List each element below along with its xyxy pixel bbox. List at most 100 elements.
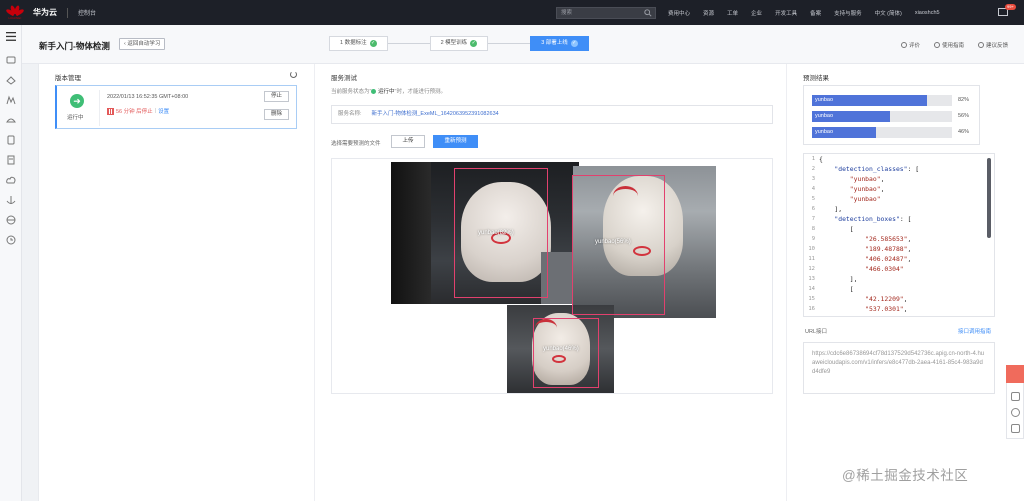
json-punct: ,: [907, 255, 912, 263]
document-icon[interactable]: [6, 155, 16, 165]
nav-filing[interactable]: 备案: [810, 9, 821, 17]
service-test-panel: 服务测试 当前服务状态为" 运行中"时，才能进行预测。 服务名称: 新手入门-物体…: [316, 64, 787, 501]
version-card[interactable]: ➜ 运行中 2022/01/13 16:52:35 GMT+08:00 56 分…: [55, 85, 297, 129]
json-line: 6 ],: [804, 204, 994, 214]
step-label: 3 部署上线: [541, 40, 568, 46]
nav-language[interactable]: 中文 (简体): [875, 9, 902, 17]
stop-button[interactable]: 停止: [264, 91, 289, 102]
nav-dev-tools[interactable]: 开发工具: [775, 9, 797, 17]
bar-percent: 82%: [958, 97, 970, 103]
feedback-button[interactable]: 建议反馈: [977, 41, 1008, 49]
line-number: 11: [808, 256, 815, 262]
network-icon[interactable]: [6, 115, 16, 124]
prediction-result-panel: 预测结果 yunbao 82% yunbao 56% yunbao 46% 1{…: [788, 64, 1024, 501]
json-line: 14 [: [804, 284, 994, 294]
nav-username[interactable]: xiaoshch5: [915, 10, 940, 16]
detection-label: yunbao(56%): [595, 239, 631, 245]
rate-label: 评价: [908, 43, 920, 49]
settings-link[interactable]: 设置: [158, 107, 169, 115]
line-number: 16: [808, 306, 815, 312]
menu-icon[interactable]: [6, 32, 16, 41]
help-icon[interactable]: [1011, 408, 1020, 417]
step-data-labeling[interactable]: 1 数据标注 ✓: [329, 36, 388, 51]
status-value: 运行中: [377, 89, 395, 95]
huawei-logo[interactable]: HUAWEI: [0, 0, 30, 25]
service-name-value[interactable]: 新手入门-物体检测_ExeML_1642063952391082634: [372, 111, 499, 117]
json-punct: ,: [880, 175, 885, 183]
line-number: 10: [808, 246, 815, 252]
anchor-icon[interactable]: [6, 195, 16, 204]
step-deploy[interactable]: 3 部署上线 ✓: [530, 36, 589, 51]
confidence-bar-track: yunbao: [812, 126, 952, 138]
json-line: 13 ],: [804, 274, 994, 284]
edit-icon: [933, 42, 940, 48]
delete-button[interactable]: 删除: [264, 109, 289, 120]
logo-petals-icon: [5, 4, 25, 17]
api-guide-link[interactable]: 接口调用指南: [958, 327, 991, 335]
json-text: [: [819, 285, 854, 293]
logo-text: HUAWEI: [8, 16, 22, 20]
clock-icon[interactable]: [6, 235, 16, 245]
watermark: @稀土掘金技术社区: [842, 468, 969, 483]
bar-percent: 46%: [958, 129, 970, 135]
rate-button[interactable]: 评价: [900, 41, 920, 49]
mail-badge: 99+: [1005, 4, 1016, 10]
left-service-rail: [0, 25, 22, 501]
refresh-icon[interactable]: [290, 71, 297, 78]
confidence-bar-track: yunbao: [812, 110, 952, 122]
feedback-float-icon[interactable]: [1006, 365, 1024, 383]
nav-resources[interactable]: 资源: [703, 9, 714, 17]
nav-enterprise[interactable]: 企业: [751, 9, 762, 17]
json-line: 4 "yunbao",: [804, 184, 994, 194]
brand-name[interactable]: 华为云: [33, 7, 57, 18]
json-value: "26.585653": [819, 235, 908, 243]
back-to-autolearning-button[interactable]: ‹ 返回自动学习: [119, 38, 166, 50]
service-section-title: 服务测试: [331, 75, 357, 82]
cloud-server-icon[interactable]: [6, 55, 16, 64]
line-number: 2: [811, 166, 815, 172]
search-input[interactable]: 搜索: [556, 7, 656, 19]
analytics-icon[interactable]: [6, 95, 16, 105]
line-number: 1: [811, 156, 815, 162]
json-value: "yunbao": [819, 185, 881, 193]
version-timestamp: 2022/01/13 16:52:35 GMT+08:00: [107, 94, 189, 100]
console-link[interactable]: 控制台: [78, 8, 96, 17]
line-number: 9: [811, 236, 815, 242]
feedback-icon: [977, 42, 984, 48]
cloud-icon[interactable]: [6, 175, 16, 184]
json-text: ],: [819, 205, 843, 213]
storage-icon[interactable]: [6, 135, 16, 145]
step-model-training[interactable]: 2 模型训练 ✓: [429, 36, 489, 51]
detection-box: [533, 318, 599, 388]
file-select-label: 选择需要预测的文件: [331, 141, 381, 147]
note-icon[interactable]: [1011, 424, 1020, 433]
predict-button[interactable]: 重新预测: [433, 135, 478, 148]
json-text: [: [819, 225, 854, 233]
confidence-bar-row: yunbao 56%: [812, 110, 971, 122]
url-field[interactable]: https://cdc6e86738694cf78d137529d542736c…: [803, 342, 995, 394]
globe-icon[interactable]: [6, 215, 16, 225]
back-label: 返回自动学习: [127, 41, 161, 47]
guide-button[interactable]: 使用指南: [933, 41, 964, 49]
nav-tickets[interactable]: 工单: [727, 9, 738, 17]
chat-icon[interactable]: [1011, 392, 1020, 401]
json-result-viewer[interactable]: 1{2 "detection_classes": [3 "yunbao", 4 "…: [803, 153, 995, 317]
json-line: 5 "yunbao": [804, 194, 994, 204]
search-icon[interactable]: [644, 9, 652, 17]
status-prefix: 当前服务状态为": [331, 89, 372, 95]
divider: [99, 90, 100, 126]
detection-label: yunbao(46%): [543, 346, 579, 352]
line-number: 8: [811, 226, 815, 232]
nav-support[interactable]: 支持与服务: [834, 9, 862, 17]
upload-button[interactable]: 上传: [391, 135, 425, 148]
line-number: 12: [808, 266, 815, 272]
json-text: {: [819, 155, 823, 163]
container-icon[interactable]: [6, 75, 16, 85]
top-nav-links: 费用中心 资源 工单 企业 开发工具 备案 支持与服务 中文 (简体) xiao…: [668, 0, 953, 25]
line-number: 15: [808, 296, 815, 302]
scrollbar[interactable]: [987, 158, 991, 238]
json-value: "406.02487": [819, 255, 908, 263]
status-suffix: "时，才能进行预测。: [394, 89, 446, 95]
line-number: 5: [811, 196, 815, 202]
nav-billing[interactable]: 费用中心: [668, 9, 690, 17]
